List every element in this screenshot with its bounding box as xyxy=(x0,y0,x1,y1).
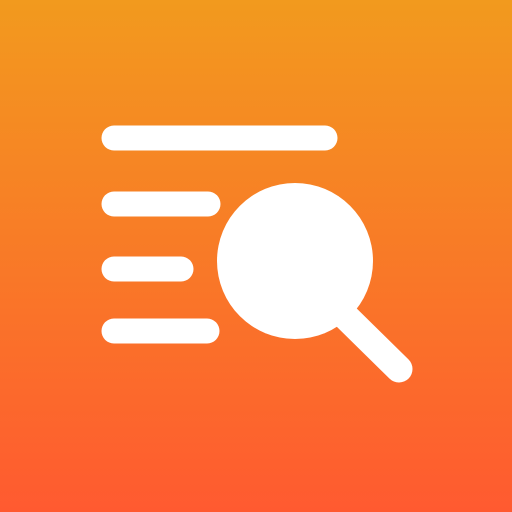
list-search-icon xyxy=(0,0,512,512)
app-icon xyxy=(0,0,512,512)
